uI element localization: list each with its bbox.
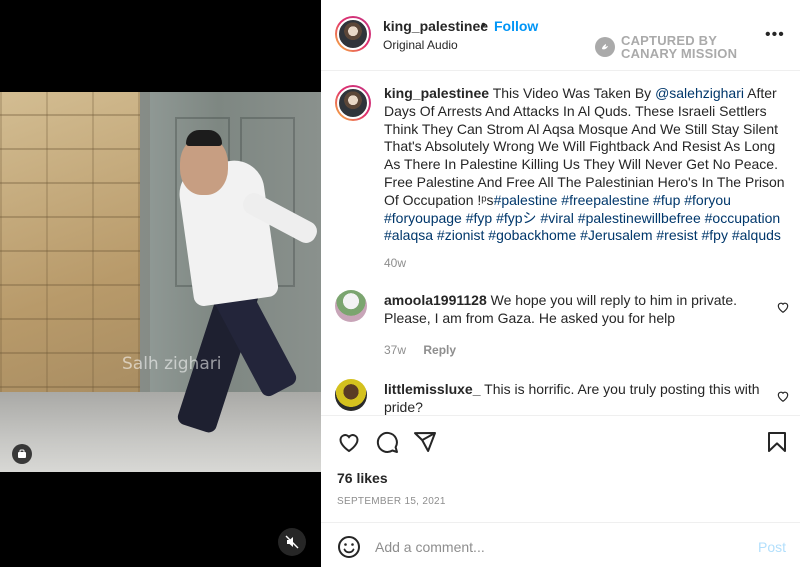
post-caption: king_palestinee This Video Was Taken By … [384,85,789,245]
video-person-kippah [186,130,222,146]
caption-text-after: After Days Of Arrests And Attacks In Al … [384,85,785,208]
canary-mission-watermark: CAPTURED BY CANARY MISSION [595,34,737,60]
heart-icon[interactable] [337,430,361,454]
mute-icon [285,535,299,549]
comments-section[interactable]: king_palestinee This Video Was Taken By … [321,71,800,415]
follow-button[interactable]: Follow [494,18,538,34]
author-avatar[interactable] [335,16,371,52]
share-icon[interactable] [413,430,437,454]
emoji-icon[interactable] [337,535,361,559]
mute-button[interactable] [278,528,306,556]
comment-like-heart-icon[interactable] [776,389,790,403]
video-stone-wall [0,92,140,422]
likes-count[interactable]: 76 likes [337,470,388,486]
canary-logo-icon [595,37,615,57]
canary-watermark-text: CAPTURED BY CANARY MISSION [621,34,737,60]
caption-mention-link[interactable]: @salehzighari [655,85,744,101]
commenter-avatar[interactable] [335,290,367,322]
commenter-username[interactable]: amoola1991128 [384,292,487,308]
bookmark-icon[interactable] [765,430,789,454]
author-username[interactable]: king_palestinee [383,18,488,34]
caption-author-avatar[interactable] [335,85,371,121]
caption-text-before: This Video Was Taken By [492,85,656,101]
post-date[interactable]: SEPTEMBER 15, 2021 [337,496,446,507]
comment-meta: 37w Reply [384,343,456,357]
comment-like-heart-icon[interactable] [776,300,790,314]
separator-dot: • [481,16,486,32]
comment-input[interactable] [375,533,745,561]
post-media[interactable]: Salh zighari [0,0,321,567]
reply-button[interactable]: Reply [423,343,456,357]
comment-icon[interactable] [375,430,399,454]
comment-composer: Post [321,522,800,567]
more-icon: ••• [765,26,785,43]
post-side-panel: king_palestinee • Follow Original Audio … [321,0,800,567]
commenter-avatar[interactable] [335,379,367,411]
caption-username[interactable]: king_palestinee [384,85,489,101]
comment-body: littlemissluxe_ This is horrific. Are yo… [384,380,764,415]
audio-label[interactable]: Original Audio [383,38,458,52]
media-badge-icon[interactable] [12,444,32,464]
caption-timestamp[interactable]: 40w [384,256,406,270]
commenter-username[interactable]: littlemissluxe_ [384,381,481,397]
video-watermark-text: Salh zighari [122,354,222,374]
post-header: king_palestinee • Follow Original Audio … [321,0,800,71]
video-frame[interactable]: Salh zighari [0,92,321,472]
post-comment-button[interactable]: Post [758,539,786,555]
comment-timestamp[interactable]: 37w [384,343,406,357]
canary-line-2: CANARY MISSION [621,46,738,61]
video-ground [0,392,321,472]
more-options-button[interactable]: ••• [765,26,785,44]
comment-body: amoola1991128 We hope you will reply to … [384,291,764,327]
